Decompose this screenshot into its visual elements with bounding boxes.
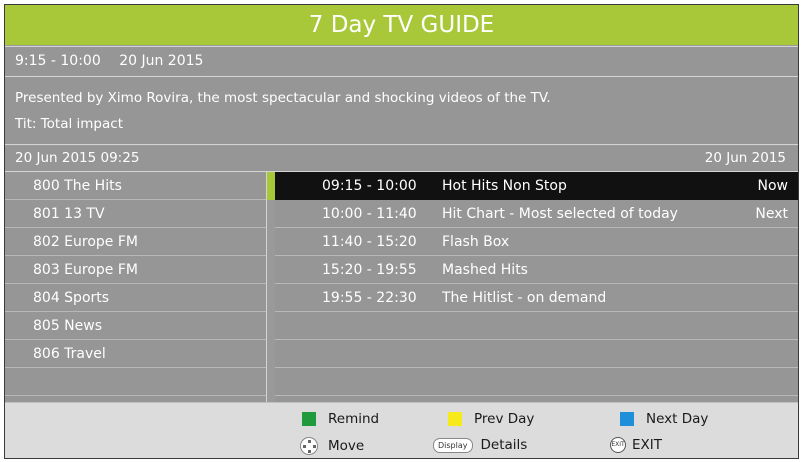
yellow-key-icon bbox=[448, 412, 462, 426]
program-row[interactable]: 15:20 - 19:55 Mashed Hits bbox=[275, 256, 798, 284]
channel-item-803[interactable]: 803 Europe FM bbox=[5, 256, 266, 284]
datebar-current-datetime: 20 Jun 2015 09:25 bbox=[15, 150, 140, 166]
guide-title: 7 Day TV GUIDE bbox=[5, 5, 798, 45]
description-line-2: Tit: Total impact bbox=[15, 116, 123, 132]
program-time: 11:40 - 15:20 bbox=[322, 234, 417, 250]
program-row[interactable]: 19:55 - 22:30 The Hitlist - on demand bbox=[275, 284, 798, 312]
program-row[interactable]: 10:00 - 11:40 Hit Chart - Most selected … bbox=[275, 200, 798, 228]
program-description: Presented by Ximo Rovira, the most spect… bbox=[5, 77, 798, 145]
channel-item-804[interactable]: 804 Sports bbox=[5, 284, 266, 312]
details-label: Details bbox=[480, 437, 528, 453]
program-title: The Hitlist - on demand bbox=[442, 290, 607, 306]
next-day-label: Next Day bbox=[646, 411, 709, 427]
exit-button-icon: EXIT bbox=[610, 437, 626, 453]
move-label: Move bbox=[328, 438, 365, 454]
date-bar: 20 Jun 2015 09:25 20 Jun 2015 bbox=[5, 146, 798, 172]
program-time: 19:55 - 22:30 bbox=[322, 290, 417, 306]
program-title: Flash Box bbox=[442, 234, 510, 250]
current-program-time-bar: 9:15 - 10:00 20 Jun 2015 bbox=[5, 46, 798, 77]
green-key-icon bbox=[302, 412, 316, 426]
channel-list: 800 The Hits 801 13 TV 802 Europe FM 803… bbox=[5, 172, 267, 402]
program-row[interactable]: 11:40 - 15:20 Flash Box bbox=[275, 228, 798, 256]
key-legend: Remind Prev Day Next Day Move Display De… bbox=[5, 402, 798, 458]
channel-item-806[interactable]: 806 Travel bbox=[5, 340, 266, 368]
program-title: Hot Hits Non Stop bbox=[442, 178, 567, 194]
exit-key[interactable]: EXIT EXIT bbox=[610, 437, 662, 453]
prev-day-key[interactable]: Prev Day bbox=[448, 411, 534, 427]
datebar-guide-date: 20 Jun 2015 bbox=[704, 150, 786, 166]
program-next-tag: Next bbox=[755, 206, 788, 222]
channel-item-800[interactable]: 800 The Hits bbox=[5, 172, 266, 200]
tv-guide-window: 7 Day TV GUIDE 9:15 - 10:00 20 Jun 2015 … bbox=[4, 4, 799, 459]
program-now-tag: Now bbox=[757, 178, 789, 194]
display-button-icon: Display bbox=[433, 437, 473, 453]
current-time-range: 9:15 - 10:00 bbox=[15, 53, 101, 69]
remind-label: Remind bbox=[328, 411, 380, 427]
description-line-1: Presented by Ximo Rovira, the most spect… bbox=[15, 90, 551, 106]
details-key[interactable]: Display Details bbox=[433, 437, 527, 453]
program-time: 09:15 - 10:00 bbox=[322, 178, 417, 194]
channel-item-empty bbox=[5, 368, 266, 396]
selected-channel-marker bbox=[267, 172, 275, 200]
program-time: 15:20 - 19:55 bbox=[322, 262, 417, 278]
channel-item-801[interactable]: 801 13 TV bbox=[5, 200, 266, 228]
program-row-empty bbox=[275, 368, 798, 396]
channel-item-802[interactable]: 802 Europe FM bbox=[5, 228, 266, 256]
program-row-empty bbox=[275, 312, 798, 340]
program-title: Mashed Hits bbox=[442, 262, 528, 278]
remind-key[interactable]: Remind bbox=[302, 411, 379, 427]
program-row[interactable]: 09:15 - 10:00 Hot Hits Non Stop Now bbox=[275, 172, 798, 200]
prev-day-label: Prev Day bbox=[474, 411, 535, 427]
program-row-empty bbox=[275, 340, 798, 368]
current-date: 20 Jun 2015 bbox=[119, 53, 204, 69]
next-day-key[interactable]: Next Day bbox=[620, 411, 708, 427]
program-list: 09:15 - 10:00 Hot Hits Non Stop Now 10:0… bbox=[275, 172, 798, 402]
program-time: 10:00 - 11:40 bbox=[322, 206, 417, 222]
blue-key-icon bbox=[620, 412, 634, 426]
move-key[interactable]: Move bbox=[300, 437, 364, 455]
exit-label: EXIT bbox=[632, 437, 663, 453]
channel-item-805[interactable]: 805 News bbox=[5, 312, 266, 340]
program-title: Hit Chart - Most selected of today bbox=[442, 206, 678, 222]
dpad-icon bbox=[300, 437, 318, 455]
